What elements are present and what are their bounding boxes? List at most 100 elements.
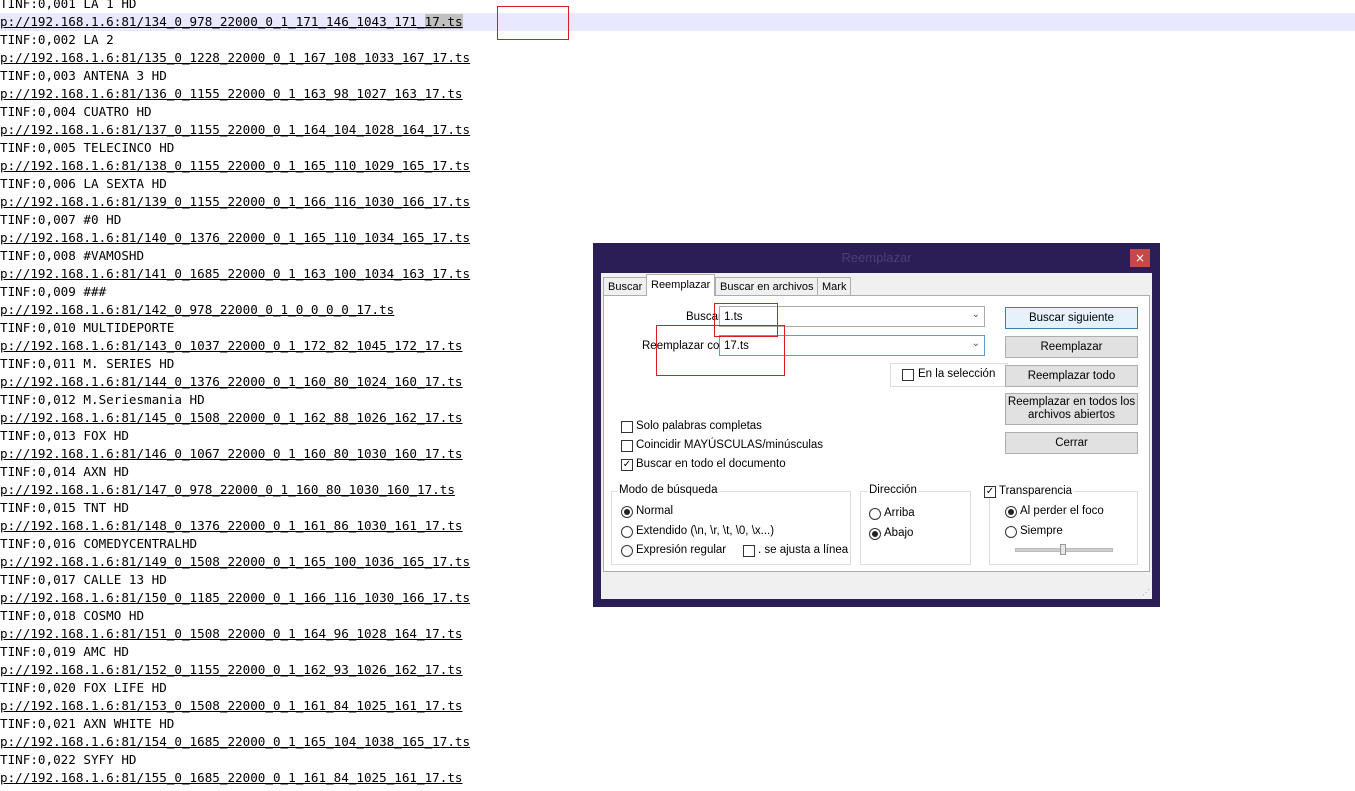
url-text[interactable]: p://192.168.1.6:81/154_0_1685_22000_0_1_… <box>0 734 470 749</box>
editor-line-url: p://192.168.1.6:81/152_0_1155_22000_0_1_… <box>0 661 463 679</box>
wrap-around-checkbox[interactable]: ✓ <box>621 459 633 471</box>
find-combo[interactable]: ⌄ <box>719 306 985 327</box>
tab-buscar-en-archivos[interactable]: Buscar en archivos <box>715 277 819 295</box>
transparency-slider-thumb[interactable] <box>1060 544 1066 555</box>
editor-line-url: p://192.168.1.6:81/151_0_1508_22000_0_1_… <box>0 625 463 643</box>
editor-line-info: TINF:0,014 AXN HD <box>0 464 129 479</box>
editor-line-info: TINF:0,020 FOX LIFE HD <box>0 680 167 695</box>
direction-up-radio[interactable] <box>869 508 881 520</box>
replace-all-button[interactable]: Reemplazar todo <box>1005 365 1138 387</box>
replace-button[interactable]: Reemplazar <box>1005 336 1138 358</box>
dialog-title[interactable]: Reemplazar <box>593 243 1160 273</box>
editor-line-url: p://192.168.1.6:81/142_0_978_22000_0_1_0… <box>0 301 394 319</box>
direction-down-label: Abajo <box>884 527 914 539</box>
search-mode-title: Modo de búsqueda <box>617 484 720 496</box>
editor-line-url: p://192.168.1.6:81/154_0_1685_22000_0_1_… <box>0 733 470 751</box>
editor-line-url: p://192.168.1.6:81/153_0_1508_22000_0_1_… <box>0 697 463 715</box>
url-text[interactable]: p://192.168.1.6:81/150_0_1185_22000_0_1_… <box>0 590 470 605</box>
editor-line-info: TINF:0,013 FOX HD <box>0 428 129 443</box>
match-case-checkbox[interactable] <box>621 440 633 452</box>
editor-line-info: TINF:0,021 AXN WHITE HD <box>0 716 175 731</box>
editor-line-info: TINF:0,002 LA 2 <box>0 32 114 47</box>
tab-reemplazar[interactable]: Reemplazar <box>646 274 716 296</box>
url-text[interactable]: p://192.168.1.6:81/136_0_1155_22000_0_1_… <box>0 86 463 101</box>
mode-regex-label: Expresión regular <box>636 544 727 556</box>
editor-line-url: p://192.168.1.6:81/135_0_1228_22000_0_1_… <box>0 49 470 67</box>
direction-title: Dirección <box>867 484 919 496</box>
editor-line-url: p://192.168.1.6:81/150_0_1185_22000_0_1_… <box>0 589 470 607</box>
search-match-highlight[interactable]: 17.ts <box>424 14 463 29</box>
dot-matches-newline-checkbox[interactable] <box>743 545 755 557</box>
url-text[interactable]: p://192.168.1.6:81/147_0_978_22000_0_1_1… <box>0 482 455 497</box>
url-text[interactable]: p://192.168.1.6:81/140_0_1376_22000_0_1_… <box>0 230 470 245</box>
on-lose-focus-radio[interactable] <box>1005 506 1017 518</box>
chevron-down-icon[interactable]: ⌄ <box>972 338 980 349</box>
whole-words-label: Solo palabras completas <box>636 420 762 432</box>
url-text[interactable]: p://192.168.1.6:81/152_0_1155_22000_0_1_… <box>0 662 463 677</box>
editor-line-info: TINF:0,016 COMEDYCENTRALHD <box>0 536 198 551</box>
tab-mark[interactable]: Mark <box>817 277 852 295</box>
tab-buscar[interactable]: Buscar <box>603 277 648 295</box>
close-button[interactable]: Cerrar <box>1005 432 1138 454</box>
editor-line-info: TINF:0,012 M.Seriesmania HD <box>0 392 205 407</box>
url-text[interactable]: p://192.168.1.6:81/146_0_1067_22000_0_1_… <box>0 446 463 461</box>
mode-normal-radio[interactable] <box>621 506 633 518</box>
chevron-down-icon[interactable]: ⌄ <box>972 309 980 320</box>
always-label: Siempre <box>1020 525 1063 537</box>
match-case-label: Coincidir MAYÚSCULAS/minúsculas <box>636 439 824 451</box>
mode-regex-radio[interactable] <box>621 545 633 557</box>
editor-line-info: TINF:0,022 SYFY HD <box>0 752 137 767</box>
replace-label: Reemplazar con: <box>642 340 729 352</box>
editor-line-url: p://192.168.1.6:81/149_0_1508_22000_0_1_… <box>0 553 470 571</box>
transparency-title: Transparencia <box>997 485 1075 497</box>
editor-line-info: TINF:0,023 ### <box>0 787 106 791</box>
url-text[interactable]: p://192.168.1.6:81/135_0_1228_22000_0_1_… <box>0 50 470 65</box>
url-text[interactable]: p://192.168.1.6:81/148_0_1376_22000_0_1_… <box>0 518 463 533</box>
editor-line-info: TINF:0,009 ### <box>0 284 107 299</box>
replace-all-open-files-button[interactable]: Reemplazar en todos los archivos abierto… <box>1005 393 1138 425</box>
editor-line-url: p://192.168.1.6:81/140_0_1376_22000_0_1_… <box>0 229 470 247</box>
editor-line-info: TINF:0,005 TELECINCO HD <box>0 140 175 155</box>
editor-line-info: TINF:0,010 MULTIDEPORTE <box>0 320 175 335</box>
url-text[interactable]: p://192.168.1.6:81/149_0_1508_22000_0_1_… <box>0 554 470 569</box>
transparency-checkbox[interactable]: ✓ <box>984 486 996 498</box>
find-next-button[interactable]: Buscar siguiente <box>1005 307 1138 329</box>
direction-down-radio[interactable] <box>869 528 881 540</box>
editor-line-url: p://192.168.1.6:81/155_0_1685_22000_0_1_… <box>0 769 463 787</box>
editor-line-url: p://192.168.1.6:81/134_0_978_22000_0_1_1… <box>0 13 1355 31</box>
editor-line-info: TINF:0,017 CALLE 13 HD <box>0 572 167 587</box>
editor-line-url: p://192.168.1.6:81/137_0_1155_22000_0_1_… <box>0 121 470 139</box>
url-text[interactable]: p://192.168.1.6:81/153_0_1508_22000_0_1_… <box>0 698 463 713</box>
editor-line-info: TINF:0,015 TNT HD <box>0 500 129 515</box>
in-selection-checkbox[interactable] <box>902 369 914 381</box>
url-text[interactable]: p://192.168.1.6:81/144_0_1376_22000_0_1_… <box>0 374 463 389</box>
url-text[interactable]: p://192.168.1.6:81/145_0_1508_22000_0_1_… <box>0 410 463 425</box>
url-text[interactable]: p://192.168.1.6:81/139_0_1155_22000_0_1_… <box>0 194 470 209</box>
url-text[interactable]: p://192.168.1.6:81/134_0_978_22000_0_1_1… <box>0 14 425 29</box>
url-text[interactable]: p://192.168.1.6:81/142_0_978_22000_0_1_0… <box>0 302 394 317</box>
url-text[interactable]: p://192.168.1.6:81/143_0_1037_22000_0_1_… <box>0 338 463 353</box>
dialog-client: Buscar Reemplazar Buscar en archivos Mar… <box>601 273 1152 599</box>
always-radio[interactable] <box>1005 526 1017 538</box>
editor-line-info: TINF:0,011 M. SERIES HD <box>0 356 175 371</box>
replace-combo[interactable]: ⌄ <box>719 335 985 356</box>
editor-line-info: TINF:0,006 LA SEXTA HD <box>0 176 167 191</box>
close-icon[interactable]: × <box>1130 249 1150 267</box>
whole-words-checkbox[interactable] <box>621 421 633 433</box>
editor-line-url: p://192.168.1.6:81/138_0_1155_22000_0_1_… <box>0 157 470 175</box>
find-input[interactable] <box>724 308 954 325</box>
mode-extended-radio[interactable] <box>621 526 633 538</box>
url-text[interactable]: p://192.168.1.6:81/151_0_1508_22000_0_1_… <box>0 626 463 641</box>
mode-normal-label: Normal <box>636 505 674 517</box>
url-text[interactable]: p://192.168.1.6:81/137_0_1155_22000_0_1_… <box>0 122 470 137</box>
replace-input[interactable] <box>724 337 954 354</box>
editor-line-url: p://192.168.1.6:81/141_0_1685_22000_0_1_… <box>0 265 470 283</box>
resize-grip-icon[interactable]: ⋰ <box>1142 588 1150 597</box>
editor-line-info: TINF:0,018 COSMO HD <box>0 608 145 623</box>
editor-line-info: TINF:0,008 #VAMOSHD <box>0 248 145 263</box>
url-text[interactable]: p://192.168.1.6:81/138_0_1155_22000_0_1_… <box>0 158 470 173</box>
editor-line-url: p://192.168.1.6:81/146_0_1067_22000_0_1_… <box>0 445 463 463</box>
url-text[interactable]: p://192.168.1.6:81/155_0_1685_22000_0_1_… <box>0 770 463 785</box>
url-text[interactable]: p://192.168.1.6:81/141_0_1685_22000_0_1_… <box>0 266 470 281</box>
editor-line-info: TINF:0,001 LA 1 HD <box>0 0 137 11</box>
